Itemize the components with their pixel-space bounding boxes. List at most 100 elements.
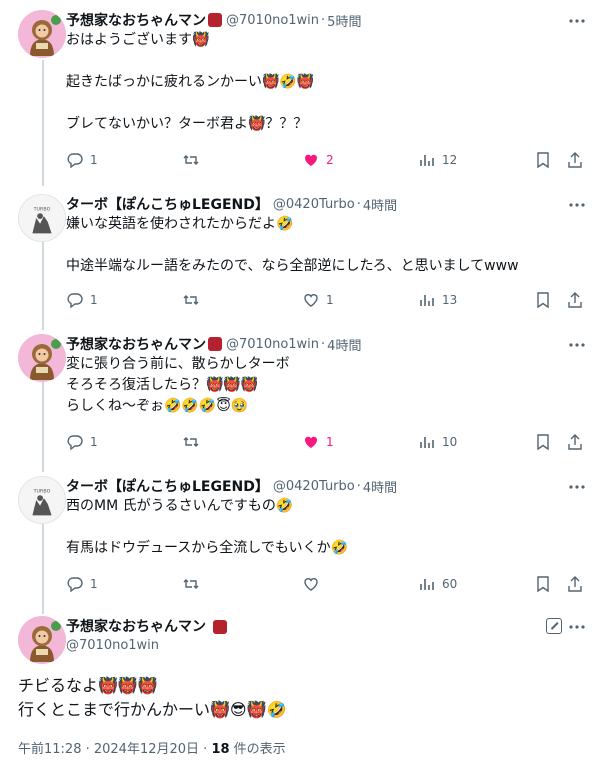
share-button[interactable] bbox=[566, 151, 584, 169]
retweet-button[interactable] bbox=[182, 575, 206, 593]
views-count: 10 bbox=[442, 435, 458, 449]
bookmark-button[interactable] bbox=[534, 575, 552, 593]
reply-icon bbox=[67, 293, 83, 309]
views-count: 12 bbox=[442, 153, 458, 167]
views-button[interactable]: 60 bbox=[418, 575, 457, 593]
tweet[interactable]: TURBO ターボ【ぽんこちゅLEGEND】 @0420Turbo · 4時間 … bbox=[0, 476, 608, 600]
views-button[interactable]: 10 bbox=[418, 433, 457, 451]
author-handle[interactable]: @7010no1win bbox=[226, 337, 319, 352]
reply-count: 1 bbox=[90, 577, 98, 591]
views-count: 18 bbox=[211, 742, 230, 757]
tweet-header: 予想家なおちゃんマン bbox=[66, 616, 228, 636]
views-chart-icon bbox=[420, 437, 434, 448]
like-button[interactable]: 1 bbox=[302, 433, 334, 451]
oni-emoji-icon bbox=[208, 337, 222, 351]
bookmark-icon bbox=[537, 292, 549, 309]
author-handle[interactable]: @0420Turbo bbox=[273, 197, 355, 212]
like-count: 1 bbox=[326, 435, 334, 449]
reply-count: 1 bbox=[90, 435, 98, 449]
views-button[interactable]: 13 bbox=[418, 291, 457, 309]
more-options-icon[interactable] bbox=[568, 12, 586, 30]
reply-button[interactable]: 1 bbox=[66, 433, 98, 451]
bookmark-button[interactable] bbox=[534, 433, 552, 451]
tweet-time[interactable]: 4時間 bbox=[363, 195, 397, 214]
reply-button[interactable]: 1 bbox=[66, 151, 98, 169]
svg-text:TURBO: TURBO bbox=[33, 488, 51, 494]
bookmark-button[interactable] bbox=[534, 291, 552, 309]
oni-emoji-icon bbox=[208, 13, 222, 27]
views-chart-icon bbox=[420, 155, 434, 166]
author-name[interactable]: 予想家なおちゃんマン bbox=[66, 619, 206, 635]
tweet[interactable]: TURBO ターボ【ぽんこちゅLEGEND】 @0420Turbo · 4時間 … bbox=[0, 194, 608, 320]
reply-count: 1 bbox=[90, 293, 98, 307]
share-button[interactable] bbox=[566, 575, 584, 593]
retweet-icon bbox=[183, 155, 199, 165]
like-button[interactable]: 2 bbox=[302, 151, 334, 169]
svg-text:TURBO: TURBO bbox=[33, 206, 51, 212]
focused-tweet: 予想家なおちゃんマン @7010no1win チビるなよ👹👹👹 行くとこまで行か… bbox=[0, 612, 608, 762]
like-button[interactable] bbox=[302, 575, 326, 593]
views-count: 60 bbox=[442, 577, 458, 591]
like-count: 2 bbox=[326, 153, 334, 167]
conversation-thread: 予想家なおちゃんマン @7010no1win · 5時間 おはようございます👹 … bbox=[0, 0, 608, 762]
share-button[interactable] bbox=[566, 433, 584, 451]
tweet-header: ターボ【ぽんこちゅLEGEND】 @0420Turbo · 4時間 bbox=[66, 476, 397, 496]
author-name[interactable]: 予想家なおちゃんマン bbox=[66, 334, 206, 354]
more-options-icon[interactable] bbox=[568, 618, 586, 636]
retweet-icon bbox=[183, 579, 199, 589]
bookmark-icon bbox=[537, 576, 549, 593]
author-handle[interactable]: @7010no1win bbox=[226, 13, 319, 28]
tweet-time[interactable]: 4時間 bbox=[327, 335, 361, 354]
retweet-button[interactable] bbox=[182, 433, 206, 451]
more-options-icon[interactable] bbox=[568, 196, 586, 214]
author-handle[interactable]: @7010no1win bbox=[66, 638, 159, 653]
bookmark-button[interactable] bbox=[534, 151, 552, 169]
views-chart-icon bbox=[420, 295, 434, 306]
tweet-header: ターボ【ぽんこちゅLEGEND】 @0420Turbo · 4時間 bbox=[66, 194, 397, 214]
separator-dot: · bbox=[356, 196, 361, 212]
retweet-button[interactable] bbox=[182, 151, 206, 169]
like-button[interactable]: 1 bbox=[302, 291, 334, 309]
avatar[interactable] bbox=[18, 616, 66, 664]
tweet-time[interactable]: 5時間 bbox=[327, 11, 361, 30]
reply-icon bbox=[67, 153, 83, 169]
author-name[interactable]: 予想家なおちゃんマン bbox=[66, 10, 206, 30]
bookmark-icon bbox=[537, 152, 549, 169]
more-options-icon[interactable] bbox=[568, 336, 586, 354]
edit-icon[interactable] bbox=[546, 618, 562, 634]
reply-button[interactable]: 1 bbox=[66, 291, 98, 309]
share-icon bbox=[568, 292, 582, 308]
retweet-button[interactable] bbox=[182, 291, 206, 309]
tweet-timestamp[interactable]: 午前11:28 · 2024年12月20日 · bbox=[18, 742, 211, 757]
tweet-actions: 1 1 13 bbox=[66, 290, 592, 310]
views-label: 件の表示 bbox=[229, 742, 286, 757]
tweet-text: おはようございます👹 起きたばっかに疲れるンかーい👹🤣👹 ブレてないかい？ターボ… bbox=[66, 32, 315, 132]
share-button[interactable] bbox=[566, 291, 584, 309]
separator-dot: · bbox=[356, 478, 361, 494]
tweet-actions: 1 2 12 bbox=[66, 150, 592, 170]
avatar[interactable]: TURBO bbox=[18, 194, 66, 242]
avatar[interactable]: TURBO bbox=[18, 476, 66, 524]
bookmark-icon bbox=[537, 434, 549, 451]
avatar[interactable] bbox=[18, 10, 66, 58]
tweet-text: 西のMM 氏がうるさいんですもの🤣 有馬はドウデュースから全流しでもいくか🤣 bbox=[66, 498, 349, 556]
author-handle[interactable]: @0420Turbo bbox=[273, 479, 355, 494]
views-button[interactable]: 12 bbox=[418, 151, 457, 169]
share-icon bbox=[568, 152, 582, 168]
reply-button[interactable]: 1 bbox=[66, 575, 98, 593]
author-name[interactable]: ターボ【ぽんこちゅLEGEND】 bbox=[66, 194, 269, 214]
author-name[interactable]: ターボ【ぽんこちゅLEGEND】 bbox=[66, 476, 269, 496]
tweet-meta: 午前11:28 · 2024年12月20日 · 18 件の表示 bbox=[18, 738, 286, 757]
heart-icon bbox=[304, 436, 318, 448]
tweet-actions: 1 1 10 bbox=[66, 432, 592, 452]
tweet-header: 予想家なおちゃんマン @7010no1win · 4時間 bbox=[66, 334, 361, 354]
retweet-icon bbox=[183, 437, 199, 447]
avatar[interactable] bbox=[18, 334, 66, 382]
views-chart-icon bbox=[420, 579, 434, 590]
reply-icon bbox=[67, 435, 83, 451]
tweet[interactable]: 予想家なおちゃんマン @7010no1win · 5時間 おはようございます👹 … bbox=[0, 10, 608, 180]
more-options-icon[interactable] bbox=[568, 478, 586, 496]
tweet-text: 変に張り合う前に、散らかしターボ そろそろ復活したら？👹👹👹 らしくね〜ぞぉ🤣🤣… bbox=[66, 356, 290, 414]
tweet-time[interactable]: 4時間 bbox=[363, 477, 397, 496]
tweet[interactable]: 予想家なおちゃんマン @7010no1win · 4時間 変に張り合う前に、散ら… bbox=[0, 334, 608, 464]
